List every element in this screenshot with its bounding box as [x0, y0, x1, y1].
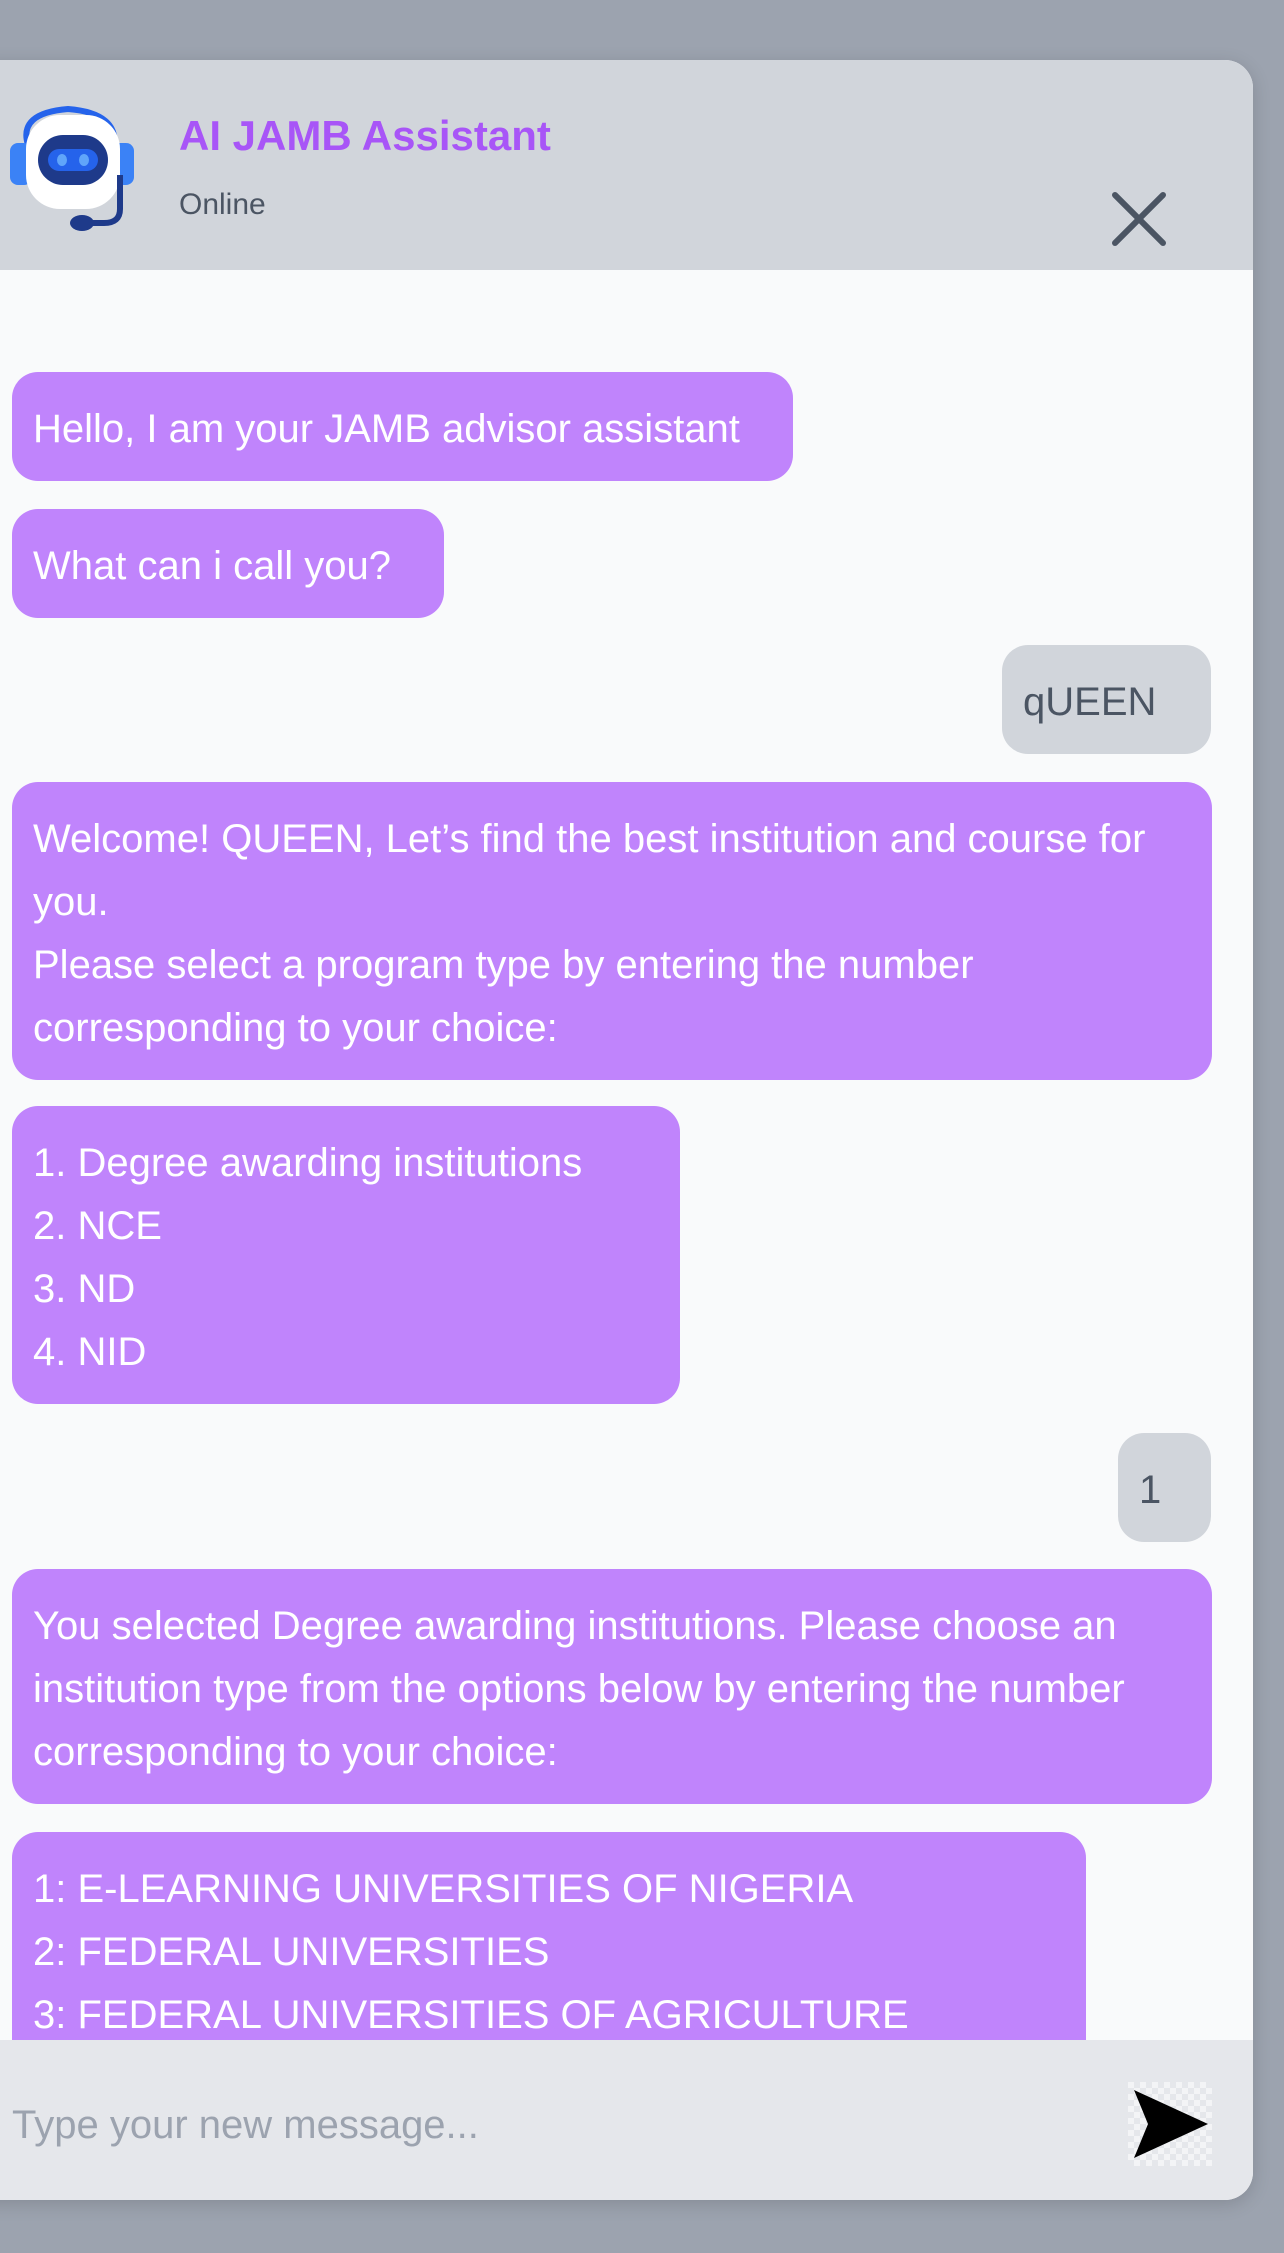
bot-message: What can i call you? — [12, 509, 444, 618]
bot-message: 1: E-LEARNING UNIVERSITIES OF NIGERIA 2:… — [12, 1832, 1086, 2040]
close-icon[interactable] — [1110, 190, 1168, 248]
message-list[interactable]: Hello, I am your JAMB advisor assistant … — [0, 270, 1253, 2040]
online-status: Online — [179, 188, 266, 221]
bot-message: 1. Degree awarding institutions 2. NCE 3… — [12, 1106, 680, 1404]
send-icon — [1134, 2090, 1208, 2158]
chat-title: AI JAMB Assistant — [179, 112, 551, 159]
message-input[interactable] — [0, 2080, 1080, 2170]
robot-headset-icon — [10, 105, 134, 231]
bot-message: Hello, I am your JAMB advisor assistant — [12, 372, 793, 481]
chat-window: AI JAMB Assistant Online Hello, I am you… — [0, 60, 1253, 2200]
user-message: 1 — [1118, 1433, 1211, 1542]
message-composer — [0, 2040, 1253, 2200]
user-message: qUEEN — [1002, 645, 1211, 754]
chat-header: AI JAMB Assistant Online — [0, 60, 1253, 270]
bot-message: You selected Degree awarding institution… — [12, 1569, 1212, 1804]
send-button[interactable] — [1128, 2082, 1212, 2166]
bot-message: Welcome! QUEEN, Let’s find the best inst… — [12, 782, 1212, 1080]
